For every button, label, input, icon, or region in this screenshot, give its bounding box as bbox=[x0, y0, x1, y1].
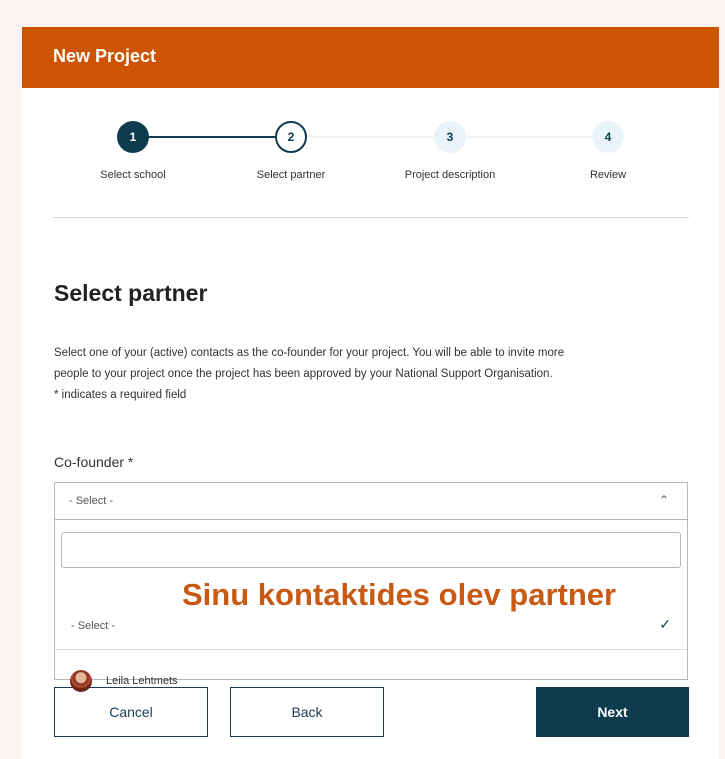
step-1-label: Select school bbox=[100, 169, 166, 181]
step-2-label: Select partner bbox=[256, 169, 326, 181]
contact-name: Leila Lehtmets bbox=[106, 675, 178, 687]
dropdown-divider bbox=[55, 649, 687, 650]
required-note: * indicates a required field bbox=[54, 389, 187, 401]
check-icon: ✓ bbox=[659, 616, 671, 632]
step-3-circle[interactable]: 3 bbox=[434, 121, 466, 153]
cofounder-select[interactable]: - Select - ⌃ bbox=[54, 482, 688, 520]
description-line-2: people to your project once the project … bbox=[54, 368, 553, 380]
step-2-circle[interactable]: 2 bbox=[275, 121, 307, 153]
chevron-up-icon: ⌃ bbox=[658, 493, 669, 507]
partner-annotation: Sinu kontaktides olev partner bbox=[182, 577, 617, 612]
section-title: Select partner bbox=[54, 280, 208, 306]
page-title: New Project bbox=[53, 46, 157, 66]
cofounder-label: Co-founder * bbox=[54, 454, 134, 470]
new-project-panel: New Project 1 2 3 4 Select school Select… bbox=[22, 27, 719, 759]
dropdown-search-input[interactable] bbox=[61, 532, 681, 568]
back-button[interactable]: Back bbox=[230, 687, 384, 737]
avatar bbox=[70, 670, 92, 692]
select-value: - Select - bbox=[69, 495, 114, 507]
description: Select one of your (active) contacts as … bbox=[54, 343, 694, 406]
next-button[interactable]: Next bbox=[536, 687, 689, 737]
cancel-button[interactable]: Cancel bbox=[54, 687, 208, 737]
step-4-circle[interactable]: 4 bbox=[592, 121, 624, 153]
panel-header: New Project bbox=[22, 27, 719, 88]
dropdown-option-select[interactable]: - Select - bbox=[71, 620, 115, 632]
step-3-label: Project description bbox=[404, 169, 496, 181]
step-4-label: Review bbox=[589, 169, 627, 181]
step-1-circle[interactable]: 1 bbox=[117, 121, 149, 153]
divider bbox=[53, 217, 689, 218]
description-line-1: Select one of your (active) contacts as … bbox=[54, 347, 565, 359]
stepper-progress-line bbox=[133, 136, 283, 138]
